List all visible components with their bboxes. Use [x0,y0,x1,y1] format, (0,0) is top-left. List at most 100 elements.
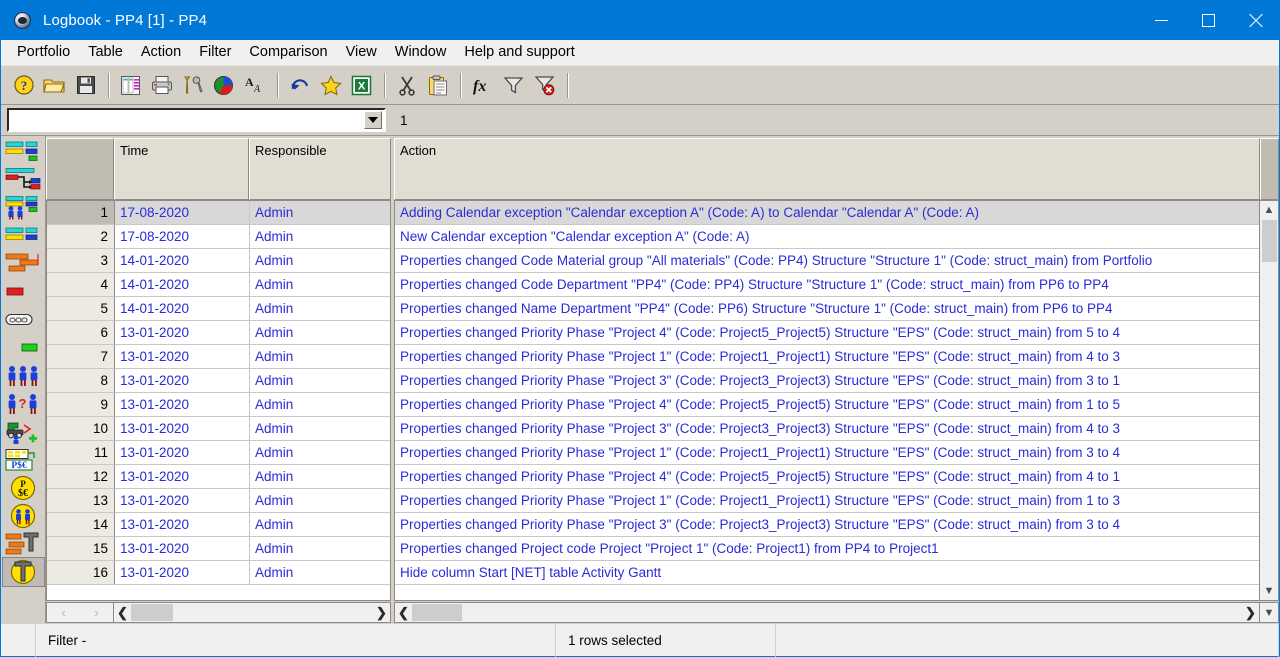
cell-responsible[interactable]: Admin [250,273,390,297]
sidebar-resources-icon[interactable] [3,194,44,222]
left-hscroll-thumb[interactable] [131,604,173,621]
vscroll-thumb[interactable] [1261,220,1277,262]
chevron-right-icon[interactable]: ❯ [1242,603,1259,622]
table-row[interactable]: New Calendar exception "Calendar excepti… [395,225,1259,249]
tools-wrench-icon[interactable] [178,71,207,100]
table-row[interactable]: Hide column Start [NET] table Activity G… [395,561,1259,585]
table-row[interactable]: 15 13-01-2020 Admin [47,537,390,561]
cell-responsible[interactable]: Admin [250,249,390,273]
cell-action[interactable]: Properties changed Project code Project … [395,537,1259,561]
paste-clipboard-icon[interactable] [423,71,452,100]
cell-action[interactable]: Adding Calendar exception "Calendar exce… [395,201,1259,225]
cell-time[interactable]: 13-01-2020 [115,441,250,465]
sidebar-green-bar-icon[interactable] [3,334,44,362]
table-row[interactable]: 5 14-01-2020 Admin [47,297,390,321]
sidebar-red-bar-icon[interactable] [3,278,44,306]
sidebar-network-icon[interactable] [3,166,44,194]
cell-action[interactable]: New Calendar exception "Calendar excepti… [395,225,1259,249]
cell-responsible[interactable]: Admin [250,201,390,225]
open-folder-icon[interactable] [40,71,69,100]
left-grid[interactable]: 1 17-08-2020 Admin 2 17-08-2020 Admin 3 14-01-2… [46,200,391,601]
table-row[interactable]: 8 13-01-2020 Admin [47,369,390,393]
table-row[interactable]: 7 13-01-2020 Admin [47,345,390,369]
table-row[interactable]: Properties changed Priority Phase "Proje… [395,441,1259,465]
right-hscroll-thumb[interactable] [412,604,462,621]
sidebar-cost-table-icon[interactable]: P$€ [3,446,44,474]
export-excel-icon[interactable]: X [347,71,376,100]
column-header-action[interactable]: Action [394,138,1260,200]
left-gutter-nav[interactable]: ‹ › [46,602,114,623]
chevron-left-icon[interactable]: ❮ [395,603,412,622]
table-row[interactable]: 12 13-01-2020 Admin [47,465,390,489]
table-row[interactable]: 13 13-01-2020 Admin [47,489,390,513]
table-row[interactable]: Properties changed Priority Phase "Proje… [395,393,1259,417]
sidebar-bolt-coin-icon[interactable] [1,557,45,587]
sidebar-structure-icon[interactable] [3,138,44,166]
cell-responsible[interactable]: Admin [250,345,390,369]
cell-time[interactable]: 13-01-2020 [115,321,250,345]
menu-comparison[interactable]: Comparison [240,41,336,64]
row-number[interactable]: 6 [47,321,115,345]
table-row[interactable]: Properties changed Priority Phase "Proje… [395,369,1259,393]
cell-time[interactable]: 17-08-2020 [115,201,250,225]
chevron-right-icon[interactable]: ❯ [373,603,390,622]
row-number[interactable]: 10 [47,417,115,441]
row-number[interactable]: 9 [47,393,115,417]
cell-responsible[interactable]: Admin [250,441,390,465]
row-number[interactable]: 1 [47,201,115,225]
cell-time[interactable]: 17-08-2020 [115,225,250,249]
sidebar-machine-person-plus-icon[interactable] [3,418,44,446]
pie-chart-icon[interactable] [209,71,238,100]
chevron-left-icon[interactable]: ❮ [114,603,131,622]
row-number[interactable]: 14 [47,513,115,537]
chevron-right-icon[interactable]: › [94,605,98,620]
cell-action[interactable]: Hide column Start [NET] table Activity G… [395,561,1259,585]
column-header-responsible[interactable]: Responsible [249,138,391,200]
favorite-star-icon[interactable] [316,71,345,100]
cell-action[interactable]: Properties changed Priority Phase "Proje… [395,417,1259,441]
sidebar-gantt-icon[interactable] [3,250,44,278]
chevron-left-icon[interactable]: ‹ [61,605,65,620]
row-number[interactable]: 15 [47,537,115,561]
cell-time[interactable]: 13-01-2020 [115,345,250,369]
print-icon[interactable] [147,71,176,100]
sidebar-people-coin-icon[interactable] [3,502,44,530]
cell-responsible[interactable]: Admin [250,513,390,537]
table-row[interactable]: 10 13-01-2020 Admin [47,417,390,441]
table-row[interactable]: Properties changed Code Material group "… [395,249,1259,273]
table-row[interactable]: Properties changed Priority Phase "Proje… [395,417,1259,441]
table-row[interactable]: Properties changed Project code Project … [395,537,1259,561]
cell-time[interactable]: 14-01-2020 [115,249,250,273]
row-number[interactable]: 2 [47,225,115,249]
font-format-icon[interactable]: A A [240,71,269,100]
table-row[interactable]: 14 13-01-2020 Admin [47,513,390,537]
filter-combo[interactable] [7,108,386,132]
cell-action[interactable]: Properties changed Priority Phase "Proje… [395,513,1259,537]
help-icon[interactable]: ? [9,71,38,100]
cell-time[interactable]: 13-01-2020 [115,417,250,441]
row-number[interactable]: 13 [47,489,115,513]
sidebar-people-question-icon[interactable]: ? [3,390,44,418]
cell-action[interactable]: Properties changed Priority Phase "Proje… [395,345,1259,369]
chevron-down-icon[interactable]: ▼ [1261,582,1278,600]
cell-responsible[interactable]: Admin [250,321,390,345]
left-hscrollbar[interactable]: ❮ ❯ [114,602,391,623]
table-row[interactable]: Properties changed Priority Phase "Proje… [395,465,1259,489]
close-button[interactable] [1232,1,1279,40]
row-number[interactable]: 8 [47,369,115,393]
table-row[interactable]: Properties changed Priority Phase "Proje… [395,513,1259,537]
right-vscrollbar[interactable]: ▲ ▼ [1260,200,1279,601]
menu-view[interactable]: View [337,41,386,64]
table-row[interactable]: 16 13-01-2020 Admin [47,561,390,585]
cell-action[interactable]: Properties changed Priority Phase "Proje… [395,369,1259,393]
row-number[interactable]: 5 [47,297,115,321]
row-number[interactable]: 12 [47,465,115,489]
cell-responsible[interactable]: Admin [250,417,390,441]
table-row[interactable]: 1 17-08-2020 Admin [47,201,390,225]
cell-action[interactable]: Properties changed Code Department "PP4"… [395,273,1259,297]
cell-action[interactable]: Properties changed Priority Phase "Proje… [395,393,1259,417]
cell-action[interactable]: Properties changed Name Department "PP4"… [395,297,1259,321]
table-row[interactable]: Properties changed Priority Phase "Proje… [395,489,1259,513]
cell-responsible[interactable]: Admin [250,297,390,321]
right-hscrollbar[interactable]: ❮ ❯ [394,602,1260,623]
